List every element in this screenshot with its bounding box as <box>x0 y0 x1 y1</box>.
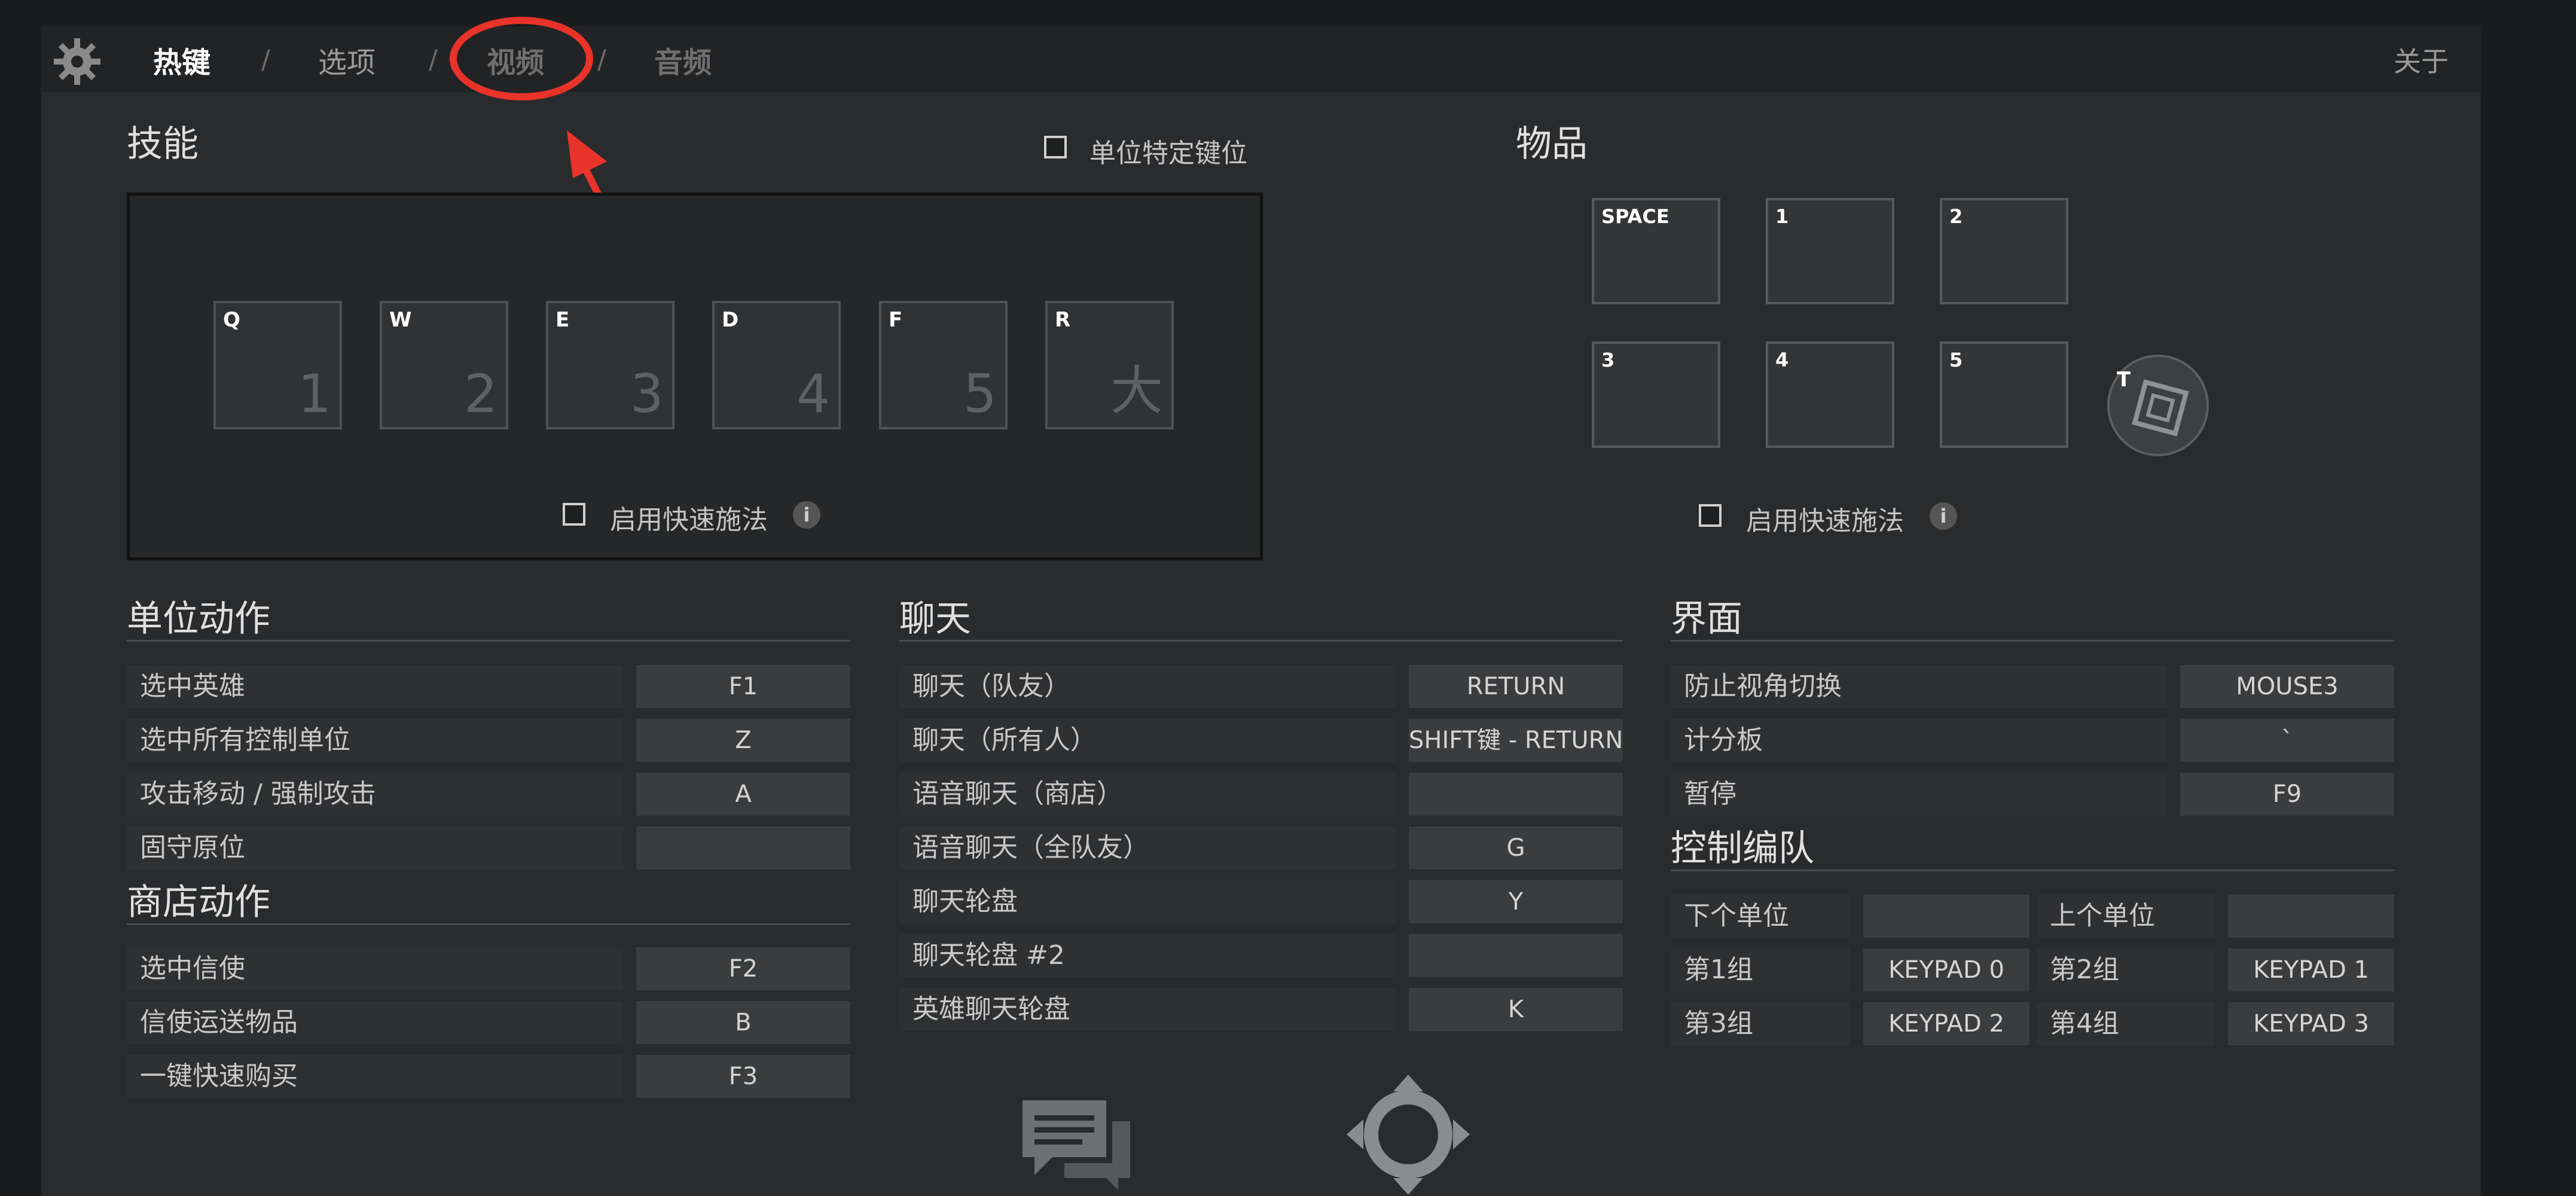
hotkey-button[interactable]: F1 <box>636 665 850 708</box>
skill-slot[interactable]: E3 <box>546 301 674 429</box>
hotkey-label: 防止视角切换 <box>1671 665 2167 708</box>
skills-title: 技能 <box>127 123 199 165</box>
nav-separator: / <box>261 44 270 75</box>
divider <box>127 640 850 642</box>
shop-actions-title: 商店动作 <box>127 881 270 923</box>
item-slot[interactable]: 1 <box>1766 198 1894 304</box>
skill-slot[interactable]: R大 <box>1045 301 1174 429</box>
control-groups-title: 控制编队 <box>1671 828 1814 869</box>
hotkey-label: 固守原位 <box>127 826 623 869</box>
hotkey-button[interactable]: F2 <box>636 947 850 990</box>
hotkey-button[interactable]: Y <box>1409 880 1623 923</box>
interface-title: 界面 <box>1671 598 1742 640</box>
hotkey-label: 选中英雄 <box>127 665 623 708</box>
items-quickcast-checkbox[interactable] <box>1699 504 1722 527</box>
hotkey-button[interactable]: KEYPAD 0 <box>1863 948 2029 991</box>
hotkey-button[interactable] <box>636 826 850 869</box>
hotkey-label: 选中信使 <box>127 947 623 990</box>
unit-specific-checkbox[interactable] <box>1044 136 1067 158</box>
hotkey-label: 下个单位 <box>1671 895 1850 938</box>
items-title: 物品 <box>1516 123 1588 165</box>
chat-wheel-icon[interactable] <box>1017 1094 1136 1190</box>
hotkey-label: 第3组 <box>1671 1002 1850 1045</box>
hotkey-label: 计分板 <box>1671 719 2167 762</box>
hotkey-label: 一键快速购买 <box>127 1055 623 1098</box>
divider <box>1671 869 2394 871</box>
chat-title: 聊天 <box>899 598 971 640</box>
item-slot[interactable]: 2 <box>1940 198 2068 304</box>
item-slot[interactable]: 3 <box>1592 341 1720 448</box>
hotkey-label: 聊天轮盘 #2 <box>899 934 1396 977</box>
top-nav-bar <box>41 26 2481 92</box>
divider <box>899 640 1623 642</box>
skill-slot[interactable]: D4 <box>712 301 841 429</box>
item-slot[interactable]: 4 <box>1766 341 1894 448</box>
hotkey-button[interactable]: Z <box>636 719 850 762</box>
hotkey-label: 聊天轮盘 <box>899 880 1396 923</box>
nav-separator: / <box>597 44 606 75</box>
skill-slot[interactable]: W2 <box>380 301 508 429</box>
skill-slot[interactable]: F5 <box>879 301 1008 429</box>
tab-options[interactable]: 选项 <box>318 39 376 81</box>
hotkey-label: 第4组 <box>2037 1002 2215 1045</box>
skill-slot[interactable]: Q1 <box>213 301 342 429</box>
hotkey-button[interactable] <box>1409 934 1623 977</box>
hotkey-label: 第2组 <box>2037 948 2215 991</box>
hotkey-label: 英雄聊天轮盘 <box>899 988 1396 1031</box>
hotkey-button[interactable] <box>1409 773 1623 816</box>
hotkey-button[interactable]: KEYPAD 1 <box>2228 948 2394 991</box>
hotkey-label: 第1组 <box>1671 948 1850 991</box>
divider <box>127 923 850 925</box>
hotkey-label: 选中所有控制单位 <box>127 719 623 762</box>
hotkey-button[interactable]: MOUSE3 <box>2180 665 2394 708</box>
item-slot[interactable]: SPACE <box>1592 198 1720 304</box>
hotkey-button[interactable]: A <box>636 773 850 816</box>
neutral-item-slot[interactable]: T <box>2107 355 2209 456</box>
hotkey-button[interactable]: G <box>1409 826 1623 869</box>
neutral-key-label: T <box>2117 368 2131 392</box>
skills-quickcast-checkbox[interactable] <box>563 503 585 526</box>
hotkey-button[interactable] <box>2228 895 2394 938</box>
hotkey-button[interactable]: KEYPAD 2 <box>1863 1002 2029 1045</box>
tab-audio[interactable]: 音频 <box>654 39 712 81</box>
hotkey-label: 信使运送物品 <box>127 1001 623 1044</box>
hotkey-button[interactable]: RETURN <box>1409 665 1623 708</box>
about-link[interactable]: 关于 <box>2394 40 2449 80</box>
hotkey-button[interactable]: K <box>1409 988 1623 1031</box>
hotkey-button[interactable]: F9 <box>2180 773 2394 816</box>
unit-actions-title: 单位动作 <box>127 598 270 640</box>
hotkey-button[interactable]: B <box>636 1001 850 1044</box>
neutral-item-icon <box>2132 379 2189 437</box>
hotkey-label: 上个单位 <box>2037 895 2215 938</box>
hotkey-label: 攻击移动 / 强制攻击 <box>127 773 623 816</box>
hotkey-label: 暂停 <box>1671 773 2167 816</box>
info-icon[interactable]: i <box>793 501 820 529</box>
hotkey-button[interactable]: SHIFT键 - RETURN <box>1409 719 1623 762</box>
nav-separator: / <box>429 44 438 75</box>
info-icon[interactable]: i <box>1930 502 1957 530</box>
skills-quickcast-label: 启用快速施法 <box>610 505 768 535</box>
hotkey-button[interactable]: F3 <box>636 1055 850 1098</box>
gear-icon[interactable] <box>50 35 104 89</box>
hotkey-button[interactable]: ` <box>2180 719 2394 762</box>
annotation-circle <box>450 17 593 100</box>
tab-hotkeys[interactable]: 热键 <box>153 39 210 81</box>
divider <box>1671 640 2394 642</box>
hotkey-label: 聊天（所有人） <box>899 719 1396 762</box>
unit-specific-label: 单位特定键位 <box>1089 138 1247 169</box>
hotkey-label: 语音聊天（商店） <box>899 773 1396 816</box>
hotkey-button[interactable]: KEYPAD 3 <box>2228 1002 2394 1045</box>
items-quickcast-label: 启用快速施法 <box>1746 506 1904 536</box>
hotkey-label: 语音聊天（全队友） <box>899 826 1396 869</box>
hotkey-label: 聊天（队友） <box>899 665 1396 708</box>
item-slot[interactable]: 5 <box>1940 341 2068 448</box>
hotkey-button[interactable] <box>1863 895 2029 938</box>
radial-wheel-icon[interactable] <box>1345 1073 1471 1196</box>
